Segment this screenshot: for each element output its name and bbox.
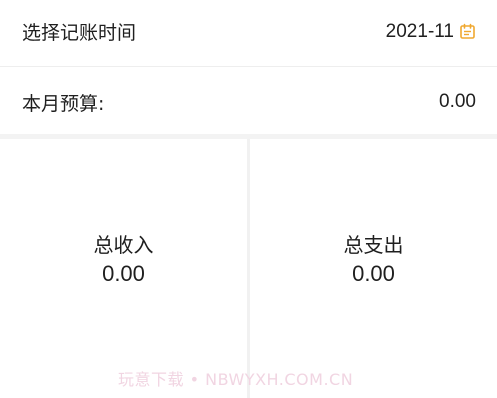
watermark: 玩意下载 • NBWYXH.COM.CN	[118, 370, 354, 389]
row-divider	[0, 66, 497, 67]
income-value: 0.00	[102, 260, 145, 286]
date-picker-value-group[interactable]: 2021-11	[386, 21, 476, 43]
calendar-icon[interactable]	[459, 23, 476, 40]
date-picker-label: 选择记账时间	[22, 22, 137, 44]
budget-row[interactable]: 本月预算: 0.00	[0, 70, 497, 134]
income-label: 总收入	[93, 232, 154, 257]
budget-label: 本月预算:	[22, 92, 105, 115]
income-panel[interactable]: 总收入 0.00	[0, 139, 247, 398]
budget-value: 0.00	[439, 91, 476, 112]
selected-month: 2021-11	[385, 20, 454, 42]
date-picker-row[interactable]: 选择记账时间 2021-11	[0, 0, 497, 63]
expense-panel[interactable]: 总支出 0.00	[250, 139, 497, 398]
expense-label: 总支出	[343, 232, 404, 257]
summary-panels: 总收入 0.00 总支出 0.00	[0, 139, 497, 398]
expense-value: 0.00	[352, 260, 395, 286]
